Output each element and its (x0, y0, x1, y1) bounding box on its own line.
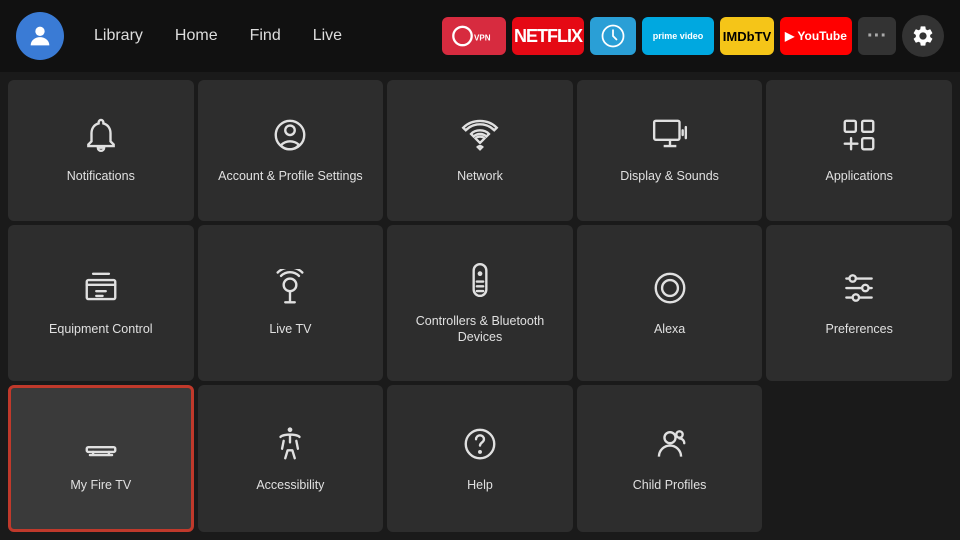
netflix-icon[interactable]: NETFLIX (512, 17, 584, 55)
live-tv-label: Live TV (269, 321, 311, 337)
settings-account[interactable]: Account & Profile Settings (198, 80, 384, 221)
child-profile-icon (651, 425, 689, 467)
antenna-icon (271, 269, 309, 311)
account-label: Account & Profile Settings (218, 168, 363, 184)
apps-icon (840, 116, 878, 158)
user-avatar[interactable] (16, 12, 64, 60)
my-fire-tv-label: My Fire TV (70, 477, 131, 493)
svg-text:VPN: VPN (474, 34, 491, 43)
nav-live[interactable]: Live (299, 21, 356, 51)
freewheel-icon[interactable] (590, 17, 636, 55)
sliders-icon (840, 269, 878, 311)
settings-grid: Notifications Account & Profile Settings… (0, 72, 960, 540)
imdb-icon[interactable]: IMDbTV (720, 17, 774, 55)
wifi-icon (461, 116, 499, 158)
help-label: Help (467, 477, 493, 493)
settings-equipment[interactable]: Equipment Control (8, 225, 194, 382)
display-sounds-label: Display & Sounds (620, 168, 719, 184)
settings-button[interactable] (902, 15, 944, 57)
notifications-label: Notifications (67, 168, 135, 184)
settings-controllers[interactable]: Controllers & Bluetooth Devices (387, 225, 573, 382)
youtube-icon[interactable]: ▶ YouTube (780, 17, 852, 55)
monitor-sound-icon (651, 116, 689, 158)
top-navigation: Library Home Find Live VPN NETFLIX prime… (0, 0, 960, 72)
settings-network[interactable]: Network (387, 80, 573, 221)
preferences-label: Preferences (825, 321, 892, 337)
tv-remote-icon (82, 269, 120, 311)
settings-child-profiles[interactable]: Child Profiles (577, 385, 763, 532)
settings-accessibility[interactable]: Accessibility (198, 385, 384, 532)
nav-find[interactable]: Find (236, 21, 295, 51)
settings-display-sounds[interactable]: Display & Sounds (577, 80, 763, 221)
controllers-label: Controllers & Bluetooth Devices (397, 313, 563, 346)
firetv-icon (82, 425, 120, 467)
help-icon (461, 425, 499, 467)
settings-notifications[interactable]: Notifications (8, 80, 194, 221)
nav-library[interactable]: Library (80, 21, 157, 51)
network-label: Network (457, 168, 503, 184)
nav-links: Library Home Find Live (80, 21, 356, 51)
person-circle-icon (271, 116, 309, 158)
settings-live-tv[interactable]: Live TV (198, 225, 384, 382)
settings-applications[interactable]: Applications (766, 80, 952, 221)
prime-video-icon[interactable]: prime video (642, 17, 714, 55)
settings-my-fire-tv[interactable]: My Fire TV (8, 385, 194, 532)
applications-label: Applications (825, 168, 892, 184)
settings-preferences[interactable]: Preferences (766, 225, 952, 382)
settings-help[interactable]: Help (387, 385, 573, 532)
alexa-label: Alexa (654, 321, 685, 337)
remote-icon (461, 261, 499, 303)
equipment-label: Equipment Control (49, 321, 153, 337)
expressvpn-icon[interactable]: VPN (442, 17, 506, 55)
accessibility-icon (271, 425, 309, 467)
accessibility-label: Accessibility (256, 477, 324, 493)
nav-home[interactable]: Home (161, 21, 232, 51)
more-apps-button[interactable]: ··· (858, 17, 896, 55)
app-shortcuts: VPN NETFLIX prime video IMDbTV ▶ YouTube… (442, 15, 944, 57)
child-profiles-label: Child Profiles (633, 477, 707, 493)
alexa-icon (651, 269, 689, 311)
settings-alexa[interactable]: Alexa (577, 225, 763, 382)
bell-icon (82, 116, 120, 158)
